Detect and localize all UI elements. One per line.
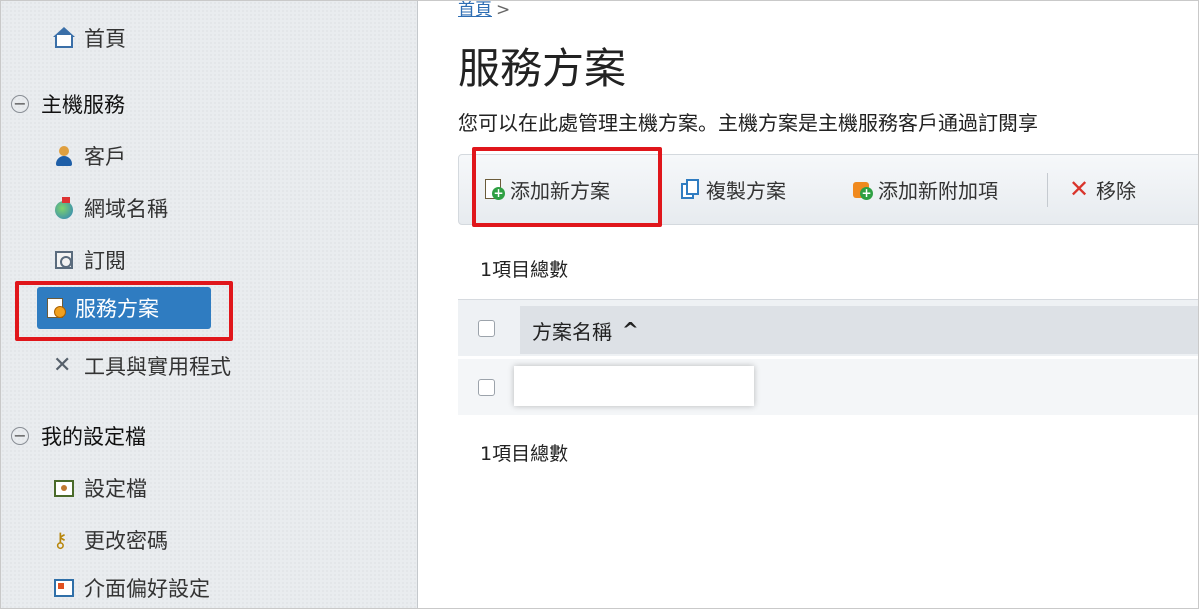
remove-button[interactable]: ✕ 移除 (1069, 175, 1136, 203)
add-addon-button[interactable]: + 添加新附加項 (851, 175, 998, 203)
home-icon (53, 27, 75, 49)
sidebar-item-home[interactable]: 首頁 (53, 23, 126, 53)
toolbar-divider (1047, 173, 1048, 207)
table-row[interactable] (458, 359, 1198, 415)
collapse-icon[interactable]: − (11, 427, 29, 445)
sort-ascending-icon: ^ (622, 318, 639, 342)
globe-icon (53, 197, 75, 219)
sidebar-item-domains[interactable]: 網域名稱 (53, 193, 168, 223)
copy-plan-label: 複製方案 (706, 178, 786, 203)
copy-icon (679, 178, 701, 200)
sidebar-item-label: 首頁 (84, 27, 126, 51)
remove-icon: ✕ (1069, 175, 1090, 203)
sidebar-item-label: 設定檔 (84, 477, 147, 501)
sidebar-item-profile[interactable]: 設定檔 (53, 473, 147, 503)
sidebar-item-label: 客戶 (84, 145, 126, 169)
sidebar-section-hosting[interactable]: − 主機服務 (11, 89, 125, 119)
highlight-box-sidebar (15, 281, 233, 341)
preferences-icon (53, 577, 75, 599)
item-count: 1項目總數 (480, 259, 569, 281)
column-header-plan-name[interactable]: 方案名稱 ^ (520, 306, 1198, 354)
breadcrumb-home-link[interactable]: 首頁 (458, 1, 492, 20)
highlight-box-toolbar (472, 147, 662, 227)
app-window: 首頁 − 主機服務 客戶 網域名稱 訂閱 服務方案 ✕ 工具與實用程式 − 我的… (0, 0, 1199, 609)
customer-icon (53, 145, 75, 167)
sidebar: 首頁 − 主機服務 客戶 網域名稱 訂閱 服務方案 ✕ 工具與實用程式 − 我的… (1, 1, 418, 608)
row-checkbox[interactable] (478, 379, 495, 396)
copy-plan-button[interactable]: 複製方案 (679, 175, 786, 203)
add-addon-label: 添加新附加項 (878, 178, 998, 203)
sidebar-item-preferences[interactable]: 介面偏好設定 (53, 573, 210, 603)
sidebar-section-profile[interactable]: − 我的設定檔 (11, 421, 146, 451)
sidebar-item-subscriptions[interactable]: 訂閱 (53, 245, 126, 275)
select-all-checkbox[interactable] (478, 320, 495, 337)
sidebar-item-customers[interactable]: 客戶 (53, 141, 126, 171)
page-description: 您可以在此處管理主機方案。主機方案是主機服務客戶通過訂閱享 (458, 111, 1038, 135)
collapse-icon[interactable]: − (11, 95, 29, 113)
column-header-label: 方案名稱 (532, 319, 612, 344)
tools-icon: ✕ (53, 353, 72, 378)
main-content: 首頁 > 服務方案 您可以在此處管理主機方案。主機方案是主機服務客戶通過訂閱享 +… (418, 0, 1198, 608)
remove-label: 移除 (1096, 178, 1136, 203)
sidebar-item-label: 介面偏好設定 (84, 577, 210, 601)
page-title: 服務方案 (458, 44, 627, 93)
table-header: 方案名稱 ^ (458, 299, 1198, 356)
subscription-icon (53, 249, 75, 271)
sidebar-section-label: 我的設定檔 (41, 425, 146, 449)
addon-icon: + (851, 178, 873, 200)
sidebar-item-change-password[interactable]: ⚷ 更改密碼 (53, 525, 168, 555)
sidebar-item-label: 網域名稱 (84, 197, 168, 221)
profile-icon (53, 477, 75, 499)
sidebar-item-tools[interactable]: ✕ 工具與實用程式 (53, 351, 231, 381)
breadcrumb: 首頁 > (458, 0, 511, 20)
breadcrumb-separator: > (496, 0, 511, 20)
sidebar-item-label: 更改密碼 (84, 529, 168, 553)
key-icon: ⚷ (53, 528, 68, 552)
sidebar-item-label: 工具與實用程式 (84, 355, 231, 379)
sidebar-item-label: 訂閱 (84, 249, 126, 273)
sidebar-section-label: 主機服務 (41, 93, 125, 117)
item-count-bottom: 1項目總數 (480, 443, 569, 465)
plan-name-cell[interactable] (514, 366, 754, 406)
